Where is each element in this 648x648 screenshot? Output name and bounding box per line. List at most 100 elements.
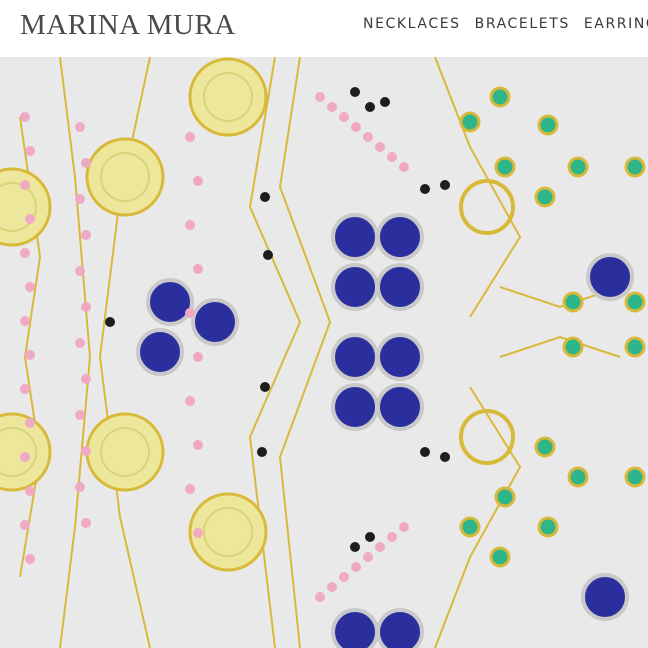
bead xyxy=(315,92,325,102)
emerald-stone xyxy=(537,114,559,136)
bead xyxy=(315,592,325,602)
bead xyxy=(185,220,195,230)
lapis-stone xyxy=(331,608,379,648)
bead xyxy=(25,554,35,564)
bead xyxy=(193,440,203,450)
bead xyxy=(440,180,450,190)
bead xyxy=(420,447,430,457)
lapis-stone xyxy=(331,383,379,431)
bead xyxy=(81,518,91,528)
gold-chain xyxy=(499,335,621,358)
emerald-stone xyxy=(567,466,589,488)
hero-image xyxy=(0,57,646,648)
bead xyxy=(75,338,85,348)
gold-chain xyxy=(59,57,92,648)
emerald-stone xyxy=(562,336,584,358)
site-header: MARINA MURA NECKLACES BRACELETS EARRINGS xyxy=(0,0,648,57)
bead xyxy=(185,484,195,494)
emerald-stone xyxy=(624,336,646,358)
lapis-stone xyxy=(136,328,184,376)
bead xyxy=(387,532,397,542)
bead xyxy=(339,572,349,582)
brand-logo[interactable]: MARINA MURA xyxy=(20,9,236,42)
gold-ring xyxy=(459,179,515,235)
lapis-stone xyxy=(376,213,424,261)
emerald-stone xyxy=(489,546,511,568)
bead xyxy=(399,522,409,532)
emerald-stone xyxy=(459,111,481,133)
bead xyxy=(105,317,115,327)
lemon-quartz-stone xyxy=(85,137,165,217)
lapis-stone xyxy=(146,278,194,326)
bead xyxy=(20,384,30,394)
emerald-stone xyxy=(624,156,646,178)
emerald-stone xyxy=(567,156,589,178)
bead xyxy=(350,87,360,97)
bead xyxy=(263,250,273,260)
emerald-stone xyxy=(489,86,511,108)
bead xyxy=(185,308,195,318)
emerald-stone xyxy=(624,466,646,488)
hero-banner xyxy=(0,57,648,648)
lemon-quartz-stone xyxy=(188,57,268,137)
lapis-stone xyxy=(331,263,379,311)
bead xyxy=(193,176,203,186)
bead xyxy=(363,552,373,562)
nav-earrings[interactable]: EARRINGS xyxy=(584,16,648,32)
bead xyxy=(327,102,337,112)
bead xyxy=(375,542,385,552)
bead xyxy=(387,152,397,162)
bead xyxy=(193,528,203,538)
bead xyxy=(75,266,85,276)
nav-necklaces[interactable]: NECKLACES xyxy=(363,16,461,32)
bead xyxy=(365,102,375,112)
bead xyxy=(25,282,35,292)
gold-chain xyxy=(434,386,522,648)
lapis-stone xyxy=(376,608,424,648)
bead xyxy=(363,132,373,142)
bead xyxy=(20,452,30,462)
bead xyxy=(193,352,203,362)
bead xyxy=(350,542,360,552)
bead xyxy=(25,350,35,360)
bead xyxy=(81,158,91,168)
nav-bracelets[interactable]: BRACELETS xyxy=(475,16,570,32)
bead xyxy=(351,562,361,572)
bead xyxy=(81,230,91,240)
bead xyxy=(25,418,35,428)
bead xyxy=(20,112,30,122)
lapis-stone xyxy=(191,298,239,346)
lapis-stone xyxy=(331,213,379,261)
main-nav: NECKLACES BRACELETS EARRINGS xyxy=(363,16,648,32)
gold-chain xyxy=(248,57,302,648)
bead xyxy=(75,482,85,492)
lapis-stone xyxy=(376,263,424,311)
bead xyxy=(75,122,85,132)
bead xyxy=(75,194,85,204)
lapis-stone xyxy=(376,383,424,431)
emerald-stone xyxy=(494,156,516,178)
bead xyxy=(351,122,361,132)
bead xyxy=(365,532,375,542)
emerald-stone xyxy=(562,291,584,313)
lapis-stone xyxy=(581,573,629,621)
bead xyxy=(339,112,349,122)
bead xyxy=(375,142,385,152)
bead xyxy=(260,382,270,392)
bead xyxy=(20,180,30,190)
bead xyxy=(440,452,450,462)
bead xyxy=(75,410,85,420)
bead xyxy=(81,302,91,312)
emerald-stone xyxy=(534,436,556,458)
emerald-stone xyxy=(494,486,516,508)
lapis-stone xyxy=(376,333,424,381)
bead xyxy=(20,248,30,258)
emerald-stone xyxy=(624,291,646,313)
bead xyxy=(260,192,270,202)
bead xyxy=(20,520,30,530)
emerald-stone xyxy=(534,186,556,208)
bead xyxy=(81,446,91,456)
lapis-stone xyxy=(586,253,634,301)
bead xyxy=(257,447,267,457)
bead xyxy=(420,184,430,194)
